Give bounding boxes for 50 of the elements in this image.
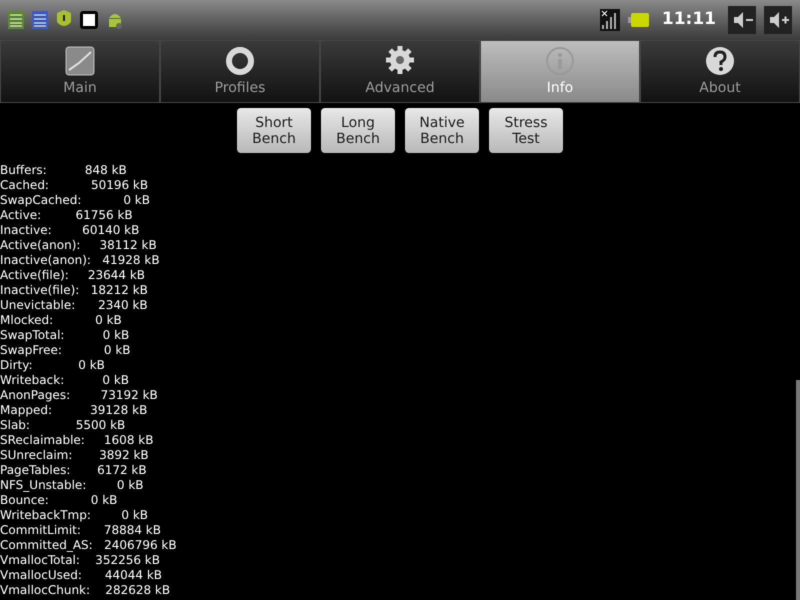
chart-icon [65,46,95,76]
meminfo-line: Active(file): 23644 kB [0,268,146,283]
meminfo-line: VmallocUsed: 44044 kB [0,568,163,583]
meminfo-line: WritebackTmp: 0 kB [0,508,150,523]
tab[interactable]: Advanced [320,40,480,103]
volume-up-icon[interactable] [764,6,792,34]
meminfo-line: Inactive(file): 18212 kB [0,283,149,298]
meminfo-line: Committed_AS: 2406796 kB [0,538,178,553]
bench-button[interactable]: Stress Test [489,108,563,153]
meminfo-line: Unevictable: 2340 kB [0,298,149,313]
meminfo-line: SReclaimable: 1608 kB [0,433,154,448]
meminfo-line: Writeback: 0 kB [0,373,130,388]
meminfo-line: Buffers: 848 kB [0,163,128,178]
chip-icon [80,11,98,29]
tab[interactable]: About [640,40,800,103]
meminfo-line: Active(anon): 38112 kB [0,238,158,253]
clock-time: 11:11 [662,8,716,32]
meminfo-line: Dirty: 0 kB [0,358,106,373]
bench-button[interactable]: Native Bench [405,108,479,153]
meminfo-line: Inactive(anon): 41928 kB [0,253,161,268]
tab[interactable]: Profiles [160,40,320,103]
bench-button[interactable]: Short Bench [237,108,311,153]
meminfo-line: Active: 61756 kB [0,208,134,223]
meminfo-line: SwapCached: 0 kB [0,193,151,208]
ring-icon [225,46,255,76]
meminfo-line: VmallocTotal: 352256 kB [0,553,161,568]
help-icon [705,46,735,76]
meminfo-line: Bounce: 0 kB [0,493,118,508]
meminfo-line: SUnreclaim: 3892 kB [0,448,150,463]
signal-icon [600,9,620,31]
meminfo-line: Slab: 5500 kB [0,418,126,433]
list-icon [8,11,24,29]
meminfo-line: NFS_Unstable: 0 kB [0,478,145,493]
meminfo-line: Inactive: 60140 kB [0,223,140,238]
list-icon [32,11,48,29]
gear-icon [384,44,416,76]
volume-down-icon[interactable] [728,6,756,34]
battery-icon [628,12,650,28]
meminfo-line: CommitLimit: 78884 kB [0,523,162,538]
bench-button[interactable]: Long Bench [321,108,395,153]
meminfo-line: PageTables: 6172 kB [0,463,148,478]
info-icon [545,46,575,76]
meminfo-line: SwapFree: 0 kB [0,343,132,358]
meminfo-line: AnonPages: 73192 kB [0,388,159,403]
meminfo-line: Mapped: 39128 kB [0,403,148,418]
meminfo-line: SwapTotal: 0 kB [0,328,130,343]
meminfo-line: Mlocked: 0 kB [0,313,123,328]
meminfo-line: VmallocChunk: 282628 kB [0,583,172,598]
meminfo-line: Cached: 50196 kB [0,178,150,193]
tab[interactable]: Main [0,40,160,103]
